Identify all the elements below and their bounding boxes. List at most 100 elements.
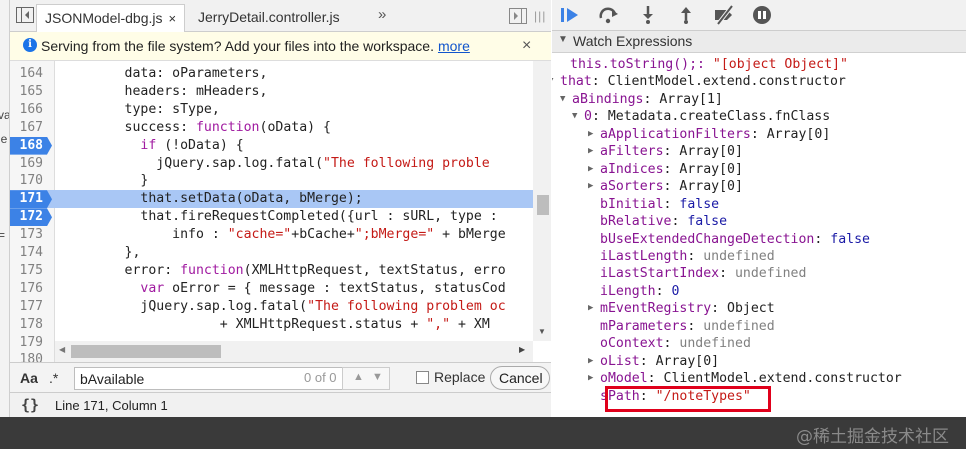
line-number[interactable]: 177 <box>10 298 52 316</box>
step-out-icon[interactable] <box>674 5 698 25</box>
watch-row[interactable]: aSorters: Array[0] <box>600 178 743 195</box>
code-line[interactable]: 169 jQuery.sap.log.fatal("The following … <box>10 155 540 173</box>
watch-row[interactable]: aBindings: Array[1] <box>572 91 723 108</box>
watch-row[interactable]: oModel: ClientModel.extend.constructor <box>600 370 902 387</box>
deactivate-breakpoints-icon[interactable] <box>712 4 736 26</box>
code-line[interactable]: 176 var oError = { message : textStatus,… <box>10 280 540 298</box>
code-line[interactable]: 168 if (!oData) { <box>10 136 540 155</box>
line-number[interactable]: 180 <box>10 351 52 362</box>
toggle-debugger-icon[interactable] <box>509 8 527 24</box>
pretty-print-icon[interactable]: {} <box>21 396 39 414</box>
watch-row[interactable]: oContext: undefined <box>600 335 751 352</box>
watch-row[interactable]: mEventRegistry: Object <box>600 300 775 317</box>
regex-button[interactable]: .* <box>49 370 58 386</box>
line-number[interactable]: 175 <box>10 262 52 280</box>
code-editor[interactable]: 164 data: oParameters, 165 headers: mHead… <box>10 61 551 362</box>
vertical-scrollbar[interactable]: ▼ <box>533 61 551 341</box>
property-name: iLastStartIndex <box>600 266 720 282</box>
watch-expressions-header[interactable]: ▼ Watch Expressions <box>552 31 966 53</box>
expand-icon[interactable]: ▶ <box>588 129 593 139</box>
code-line[interactable]: 171 that.setData(oData, bMerge); <box>10 190 540 209</box>
breakpoint-marker[interactable]: 168 <box>10 136 52 155</box>
code-line[interactable]: 173 info : "cache="+bCache+";bMerge=" + … <box>10 226 540 244</box>
scroll-thumb[interactable] <box>71 345 221 358</box>
watch-row[interactable]: aIndices: Array[0] <box>600 161 743 178</box>
watch-row[interactable]: mParameters: undefined <box>600 318 775 335</box>
code-line[interactable]: 165 headers: mHeaders, <box>10 83 540 101</box>
property-value: : <box>671 214 688 230</box>
watch-row[interactable]: oList: Array[0] <box>600 353 719 370</box>
toggle-navigator-icon[interactable] <box>16 7 34 23</box>
line-number[interactable]: 174 <box>10 244 52 262</box>
line-number[interactable]: 166 <box>10 101 52 119</box>
cancel-button[interactable]: Cancel <box>490 366 550 390</box>
watch-row[interactable]: iLastLength: undefined <box>600 248 775 265</box>
tab-jerrydetail[interactable]: JerryDetail.controller.js <box>190 4 348 32</box>
scroll-down-icon[interactable]: ▼ <box>538 327 546 336</box>
watch-row[interactable]: iLength: 0 <box>600 283 679 300</box>
page-edge-strip: va ie = <box>0 0 10 417</box>
step-over-icon[interactable] <box>597 5 621 25</box>
collapse-icon[interactable]: ▼ <box>552 76 553 86</box>
collapse-icon[interactable]: ▼ <box>558 34 568 45</box>
code-line[interactable]: 170 } <box>10 172 540 190</box>
expand-icon[interactable]: ▶ <box>588 164 593 174</box>
code-line[interactable]: 178 + XMLHttpRequest.status + "," + XM <box>10 316 540 334</box>
code-line[interactable]: 175 error: function(XMLHttpRequest, text… <box>10 262 540 280</box>
code-line[interactable]: 167 success: function(oData) { <box>10 119 540 137</box>
line-number[interactable]: 178 <box>10 316 52 334</box>
watch-row[interactable]: bUseExtendedChangeDetection: false <box>600 231 870 248</box>
pause-on-exceptions-icon[interactable] <box>750 5 774 25</box>
collapse-icon[interactable]: ▼ <box>572 111 577 121</box>
expand-icon[interactable]: ▶ <box>588 356 593 366</box>
expand-icon[interactable]: ▶ <box>588 373 593 383</box>
tab-label: JerryDetail.controller.js <box>198 9 340 25</box>
string-token: "The following proble <box>323 155 490 171</box>
property-value: : Array[0] <box>663 179 743 195</box>
watch-row[interactable]: bRelative: false <box>600 213 727 230</box>
line-number[interactable]: 176 <box>10 280 52 298</box>
breakpoint-marker[interactable]: 171 <box>10 190 52 209</box>
watch-row[interactable]: this.toString();: "[object Object]" <box>570 56 848 73</box>
match-case-button[interactable]: Aa <box>20 370 38 386</box>
line-number[interactable]: 169 <box>10 155 52 173</box>
expand-icon[interactable]: ▶ <box>588 181 593 191</box>
scroll-right-icon[interactable]: ▶ <box>519 345 525 354</box>
code-line[interactable]: 177 jQuery.sap.log.fatal("The following … <box>10 298 540 316</box>
line-number[interactable]: 170 <box>10 172 52 190</box>
search-next-icon[interactable]: ▼ <box>372 371 383 383</box>
code-line[interactable]: 172 that.fireRequestCompleted({url : sUR… <box>10 208 540 227</box>
resume-icon[interactable] <box>558 5 582 25</box>
breakpoint-marker[interactable]: 172 <box>10 208 52 227</box>
watch-row[interactable]: aApplicationFilters: Array[0] <box>600 126 830 143</box>
tab-jsonmodel[interactable]: JSONModel-dbg.js × <box>36 4 186 32</box>
line-number[interactable]: 164 <box>10 65 52 83</box>
watch-row[interactable]: that: ClientModel.extend.constructor <box>560 73 846 90</box>
code-token: }, <box>61 245 141 260</box>
line-number[interactable]: 167 <box>10 119 52 137</box>
expand-icon[interactable]: ▶ <box>588 303 593 313</box>
line-number[interactable]: 173 <box>10 226 52 244</box>
collapse-icon[interactable]: ▼ <box>560 94 565 104</box>
close-icon[interactable]: × <box>522 37 531 55</box>
more-link[interactable]: more <box>438 38 470 54</box>
watch-row[interactable]: 0: Metadata.createClass.fnClass <box>584 108 830 125</box>
close-icon[interactable]: × <box>169 11 177 26</box>
code-line[interactable]: 164 data: oParameters, <box>10 65 540 83</box>
code-line[interactable]: 174 }, <box>10 244 540 262</box>
expand-icon[interactable]: ▶ <box>588 146 593 156</box>
bottom-bar: @稀土掘金技术社区 <box>0 417 966 449</box>
code-line[interactable]: 166 type: sType, <box>10 101 540 119</box>
line-number[interactable]: 165 <box>10 83 52 101</box>
watch-row[interactable]: bInitial: false <box>600 196 719 213</box>
watch-row[interactable]: iLastStartIndex: undefined <box>600 265 806 282</box>
scroll-thumb[interactable] <box>537 195 549 215</box>
line-number[interactable]: 179 <box>10 334 52 352</box>
search-prev-icon[interactable]: ▲ <box>353 371 364 383</box>
replace-checkbox[interactable] <box>416 371 429 384</box>
watch-row[interactable]: aFilters: Array[0] <box>600 143 743 160</box>
more-tabs-icon[interactable]: » <box>378 6 386 23</box>
scroll-left-icon[interactable]: ◀ <box>59 345 65 354</box>
step-into-icon[interactable] <box>636 5 660 25</box>
horizontal-scrollbar[interactable]: ◀ ▶ <box>55 341 533 362</box>
